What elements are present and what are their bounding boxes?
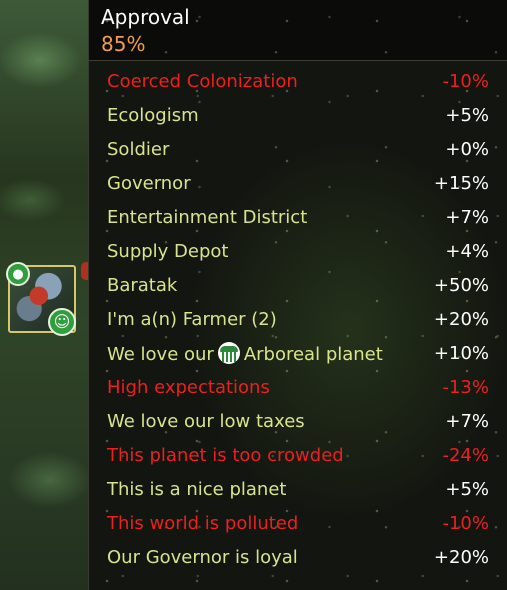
modifier-label: This is a nice planet [107,478,287,500]
modifier-label: Baratak [107,274,178,296]
modifier-amount: +0% [445,138,489,160]
approval-modifier-list: Coerced Colonization -10% Ecologism +5% … [89,64,507,574]
modifier-label: I'm a(n) Farmer (2) [107,308,277,330]
modifier-label: Coerced Colonization [107,70,298,92]
modifier-row: Soldier +0% [89,132,507,166]
modifier-row: High expectations -13% [89,370,507,404]
modifier-label: We love our low taxes [107,410,305,432]
modifier-amount: -10% [442,70,489,92]
modifier-row: Our Governor is loyal +20% [89,540,507,574]
modifier-row: Coerced Colonization -10% [89,64,507,98]
modifier-amount: +7% [445,206,489,228]
modifier-row: Baratak +50% [89,268,507,302]
tooltip-title: Approval [101,5,190,29]
apple-icon: ● [6,262,30,286]
approval-tooltip: Approval 85% Coerced Colonization -10% E… [88,0,507,590]
modifier-label: This world is polluted [107,512,299,534]
modifier-row: Ecologism +5% [89,98,507,132]
modifier-row: Entertainment District +7% [89,200,507,234]
modifier-row: I'm a(n) Farmer (2) +20% [89,302,507,336]
modifier-label-after: Arboreal planet [243,343,383,365]
approval-value: 85% [101,32,146,56]
modifier-label: Ecologism [107,104,199,126]
modifier-amount: +5% [445,478,489,500]
tooltip-header: Approval 85% [89,0,507,61]
modifier-amount: +20% [433,308,489,330]
modifier-amount: +5% [445,104,489,126]
modifier-amount: -13% [442,376,489,398]
modifier-row: We love our Arboreal planet +10% [89,336,507,370]
modifier-label: We love our Arboreal planet [107,341,383,365]
modifier-row: This world is polluted -10% [89,506,507,540]
modifier-row: We love our low taxes +7% [89,404,507,438]
modifier-label-before: We love our [107,343,214,365]
modifier-label: Our Governor is loyal [107,546,298,568]
modifier-amount: +10% [433,342,489,364]
modifier-amount: +7% [445,410,489,432]
modifier-row: This planet is too crowded -24% [89,438,507,472]
modifier-label: Supply Depot [107,240,229,262]
modifier-label: This planet is too crowded [107,444,344,466]
arboreal-planet-icon [217,341,240,364]
modifier-amount: -10% [442,512,489,534]
modifier-label: High expectations [107,376,270,398]
modifier-label: Governor [107,172,191,194]
modifier-row: Governor +15% [89,166,507,200]
modifier-amount: -24% [442,444,489,466]
modifier-label: Entertainment District [107,206,308,228]
smiley-icon: ☺ [48,308,76,336]
modifier-label: Soldier [107,138,170,160]
modifier-amount: +4% [445,240,489,262]
modifier-row: Supply Depot +4% [89,234,507,268]
modifier-row: This is a nice planet +5% [89,472,507,506]
modifier-amount: +20% [433,546,489,568]
modifier-amount: +50% [433,274,489,296]
modifier-amount: +15% [433,172,489,194]
